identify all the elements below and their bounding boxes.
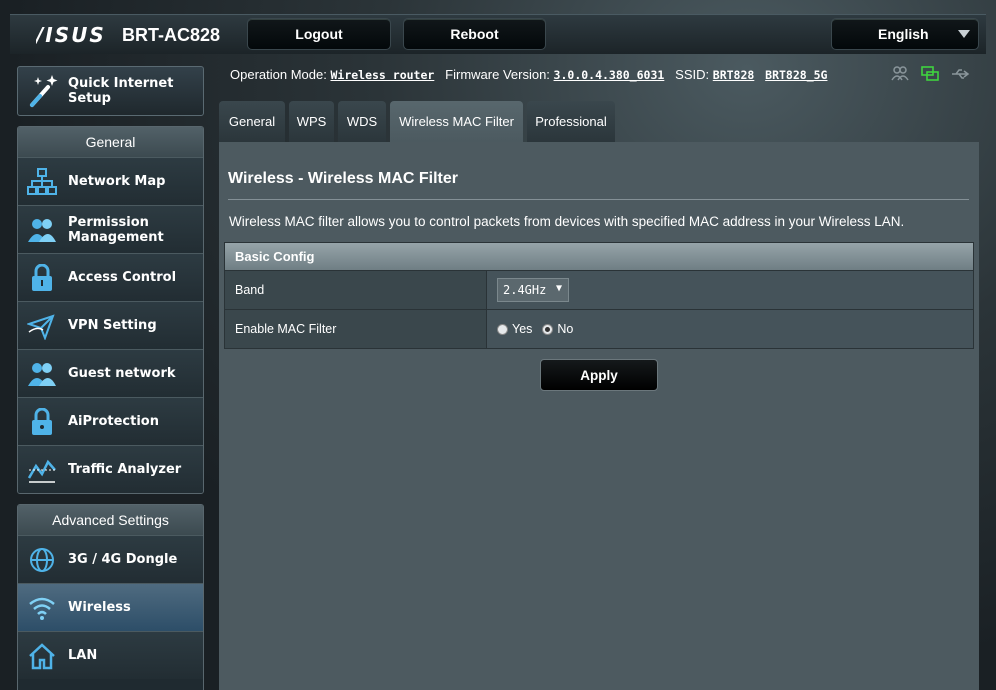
guest-users-icon bbox=[27, 360, 57, 388]
ssid-link-2[interactable]: BRT828_5G bbox=[765, 68, 827, 82]
tab-wps[interactable]: WPS bbox=[289, 101, 334, 142]
tab-professional[interactable]: Professional bbox=[527, 101, 615, 142]
basic-config-table: Basic Config Band 2.4GHz ▼ Enable MAC Fi… bbox=[224, 242, 974, 349]
sidebar-item-wireless[interactable]: Wireless bbox=[18, 583, 203, 631]
sidebar-item-vpn-setting[interactable]: VPN Setting bbox=[18, 301, 203, 349]
band-select[interactable]: 2.4GHz ▼ bbox=[497, 278, 569, 302]
ssid-label: SSID: bbox=[675, 67, 710, 82]
network-icon[interactable] bbox=[920, 64, 940, 84]
logout-button[interactable]: Logout bbox=[247, 18, 391, 50]
sidebar-item-label: Network Map bbox=[68, 174, 166, 189]
wifi-icon bbox=[27, 594, 57, 622]
sidebar-item-lan[interactable]: LAN bbox=[18, 631, 203, 679]
home-icon bbox=[27, 642, 57, 670]
sidebar-item-label: Wireless bbox=[68, 600, 131, 615]
sidebar-item-guest-network[interactable]: Guest network bbox=[18, 349, 203, 397]
shield-lock-icon bbox=[27, 407, 57, 436]
radio-yes[interactable] bbox=[497, 323, 508, 335]
usb-icon[interactable] bbox=[950, 64, 970, 84]
advanced-settings-menu: Advanced Settings 3G / 4G Dongle Wireles… bbox=[17, 504, 204, 690]
quick-internet-setup-button[interactable]: Quick Internet Setup bbox=[17, 66, 204, 116]
tab-general[interactable]: General bbox=[219, 101, 285, 142]
band-label: Band bbox=[225, 271, 487, 309]
sidebar-item-label: 3G / 4G Dongle bbox=[68, 552, 178, 567]
apply-button[interactable]: Apply bbox=[540, 359, 658, 391]
quick-internet-setup-label: Quick Internet Setup bbox=[68, 76, 174, 106]
sidebar-item-label: Access Control bbox=[68, 270, 177, 285]
sidebar-item-label: LAN bbox=[68, 648, 98, 663]
general-menu: General Network Map Permission Managemen… bbox=[17, 126, 204, 494]
reboot-button[interactable]: Reboot bbox=[403, 18, 546, 50]
traffic-chart-icon bbox=[27, 456, 57, 484]
clients-icon[interactable] bbox=[890, 64, 910, 84]
magic-wand-icon bbox=[28, 73, 62, 109]
sidebar-item-traffic-analyzer[interactable]: Traffic Analyzer bbox=[18, 445, 203, 493]
asus-logo[interactable]: /ISUS bbox=[34, 23, 108, 52]
model-name: BRT-AC828 bbox=[122, 25, 221, 45]
advanced-settings-header: Advanced Settings bbox=[18, 505, 203, 535]
sidebar-item-label: VPN Setting bbox=[68, 318, 157, 333]
sidebar-item-label: Permission Management bbox=[68, 214, 164, 245]
operation-mode-link[interactable]: Wireless router bbox=[330, 68, 434, 82]
main-panel: Wireless - Wireless MAC Filter Wireless … bbox=[219, 142, 979, 690]
title-divider bbox=[228, 199, 969, 200]
operation-mode-label: Operation Mode: bbox=[230, 67, 327, 82]
network-map-icon bbox=[27, 168, 57, 196]
sidebar-item-aiprotection[interactable]: AiProtection bbox=[18, 397, 203, 445]
sidebar-item-label: Traffic Analyzer bbox=[68, 462, 182, 477]
band-row: Band 2.4GHz ▼ bbox=[225, 270, 973, 309]
sidebar-item-network-map[interactable]: Network Map bbox=[18, 157, 203, 205]
firmware-label: Firmware Version: bbox=[445, 67, 550, 82]
globe-icon bbox=[27, 546, 57, 574]
page-title: Wireless - Wireless MAC Filter bbox=[228, 170, 459, 187]
vpn-icon bbox=[25, 312, 57, 341]
page-description: Wireless MAC filter allows you to contro… bbox=[229, 214, 905, 229]
status-info-line: Operation Mode: Wireless router Firmware… bbox=[230, 67, 827, 82]
chevron-down-icon: ▼ bbox=[555, 283, 562, 294]
sidebar-item-label: AiProtection bbox=[68, 414, 159, 429]
band-select-value: 2.4GHz bbox=[503, 283, 547, 297]
sidebar-item-access-control[interactable]: Access Control bbox=[18, 253, 203, 301]
lock-icon bbox=[27, 263, 57, 292]
chevron-down-icon bbox=[958, 30, 970, 38]
general-menu-header: General bbox=[18, 127, 203, 157]
ssid-link-1[interactable]: BRT828 bbox=[713, 68, 755, 82]
svg-text:/ISUS: /ISUS bbox=[36, 24, 106, 46]
sidebar-item-permission-management[interactable]: Permission Management bbox=[18, 205, 203, 253]
basic-config-header: Basic Config bbox=[225, 243, 973, 270]
enable-mac-filter-row: Enable MAC Filter Yes No bbox=[225, 309, 973, 348]
language-label: English bbox=[878, 26, 929, 42]
radio-no-label[interactable]: No bbox=[557, 322, 573, 336]
sidebar-item-3g-4g-dongle[interactable]: 3G / 4G Dongle bbox=[18, 535, 203, 583]
band-value-cell: 2.4GHz ▼ bbox=[487, 271, 973, 309]
sidebar-item-label: Guest network bbox=[68, 366, 176, 381]
language-select[interactable]: English bbox=[831, 18, 979, 50]
radio-no[interactable] bbox=[542, 323, 554, 335]
radio-yes-label[interactable]: Yes bbox=[512, 322, 532, 336]
status-icons bbox=[890, 64, 970, 84]
tab-wds[interactable]: WDS bbox=[338, 101, 386, 142]
users-icon bbox=[27, 216, 57, 244]
enable-mac-filter-value-cell: Yes No bbox=[487, 310, 973, 348]
firmware-link[interactable]: 3.0.0.4.380_6031 bbox=[554, 68, 665, 82]
enable-mac-filter-radio-group: Yes No bbox=[497, 322, 579, 336]
enable-mac-filter-label: Enable MAC Filter bbox=[225, 310, 487, 348]
tab-wireless-mac-filter[interactable]: Wireless MAC Filter bbox=[390, 101, 523, 142]
